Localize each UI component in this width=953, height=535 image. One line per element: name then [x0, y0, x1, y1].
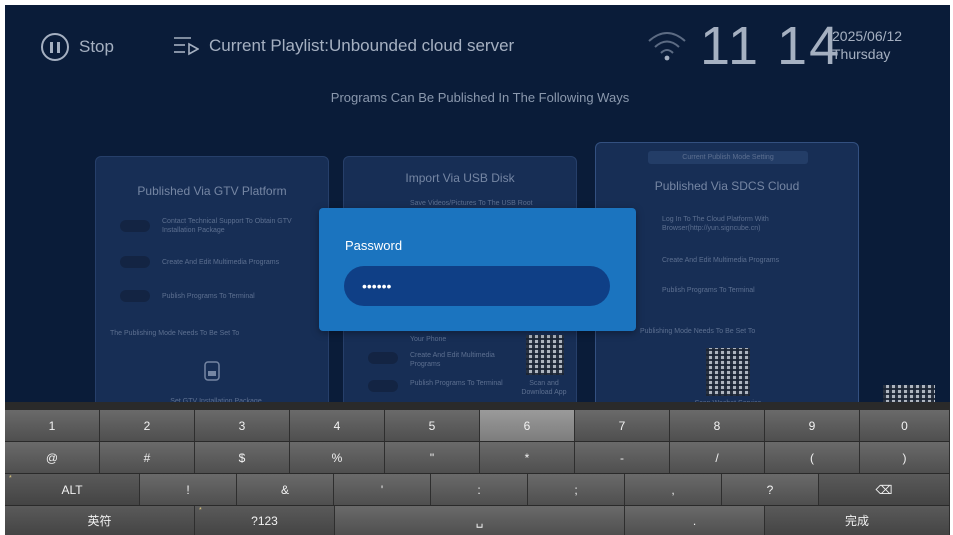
key-numeric-label: ?123 [251, 513, 278, 528]
key-ampersand[interactable]: & [237, 474, 334, 505]
key-dollar[interactable]: $ [195, 442, 290, 473]
keyboard-row-bottom: 英符 * ?123 ␣ . 完成 [5, 506, 950, 535]
key-colon[interactable]: : [431, 474, 528, 505]
key-numeric-mode[interactable]: * ?123 [195, 506, 335, 535]
key-semicolon[interactable]: ; [528, 474, 625, 505]
key-question[interactable]: ? [722, 474, 819, 505]
backspace-icon: ⌫ [875, 482, 893, 497]
backspace-key[interactable]: ⌫ [819, 474, 950, 505]
key-9[interactable]: 9 [765, 410, 860, 441]
password-dialog: Password •••••• [319, 208, 636, 331]
keyboard-row-symbols: @ # $ % " * - / ( ) [5, 442, 950, 474]
key-4[interactable]: 4 [290, 410, 385, 441]
key-5[interactable]: 5 [385, 410, 480, 441]
keyboard-row-digits: 1 2 3 4 5 6 7 8 9 0 [5, 410, 950, 442]
key-at[interactable]: @ [5, 442, 100, 473]
key-1[interactable]: 1 [5, 410, 100, 441]
key-alt-label: ALT [61, 482, 83, 497]
screen: Stop Current Playlist:Unbounded cloud se… [5, 5, 950, 535]
key-quote[interactable]: " [385, 442, 480, 473]
key-comma[interactable]: , [625, 474, 722, 505]
key-8[interactable]: 8 [670, 410, 765, 441]
on-screen-keyboard: 1 2 3 4 5 6 7 8 9 0 @ # $ % " * - / ( ) … [5, 402, 950, 535]
key-3[interactable]: 3 [195, 410, 290, 441]
key-percent[interactable]: % [290, 442, 385, 473]
key-right-paren[interactable]: ) [860, 442, 950, 473]
key-slash[interactable]: / [670, 442, 765, 473]
dialog-title: Password [345, 238, 403, 253]
key-6[interactable]: 6 [480, 410, 575, 441]
key-7[interactable]: 7 [575, 410, 670, 441]
key-2[interactable]: 2 [100, 410, 195, 441]
key-space[interactable]: ␣ [335, 506, 625, 535]
key-asterisk[interactable]: * [480, 442, 575, 473]
key-period[interactable]: . [625, 506, 765, 535]
key-hash[interactable]: # [100, 442, 195, 473]
key-done[interactable]: 完成 [765, 506, 950, 535]
key-symbols-chinese[interactable]: 英符 [5, 506, 195, 535]
keyboard-row-punct: * ALT ! & ' : ; , ? ⌫ [5, 474, 950, 506]
key-0[interactable]: 0 [860, 410, 950, 441]
key-alt[interactable]: * ALT [5, 474, 140, 505]
key-minus[interactable]: - [575, 442, 670, 473]
key-apostrophe[interactable]: ' [334, 474, 431, 505]
key-left-paren[interactable]: ( [765, 442, 860, 473]
key-exclaim[interactable]: ! [140, 474, 237, 505]
password-input[interactable]: •••••• [344, 266, 610, 306]
